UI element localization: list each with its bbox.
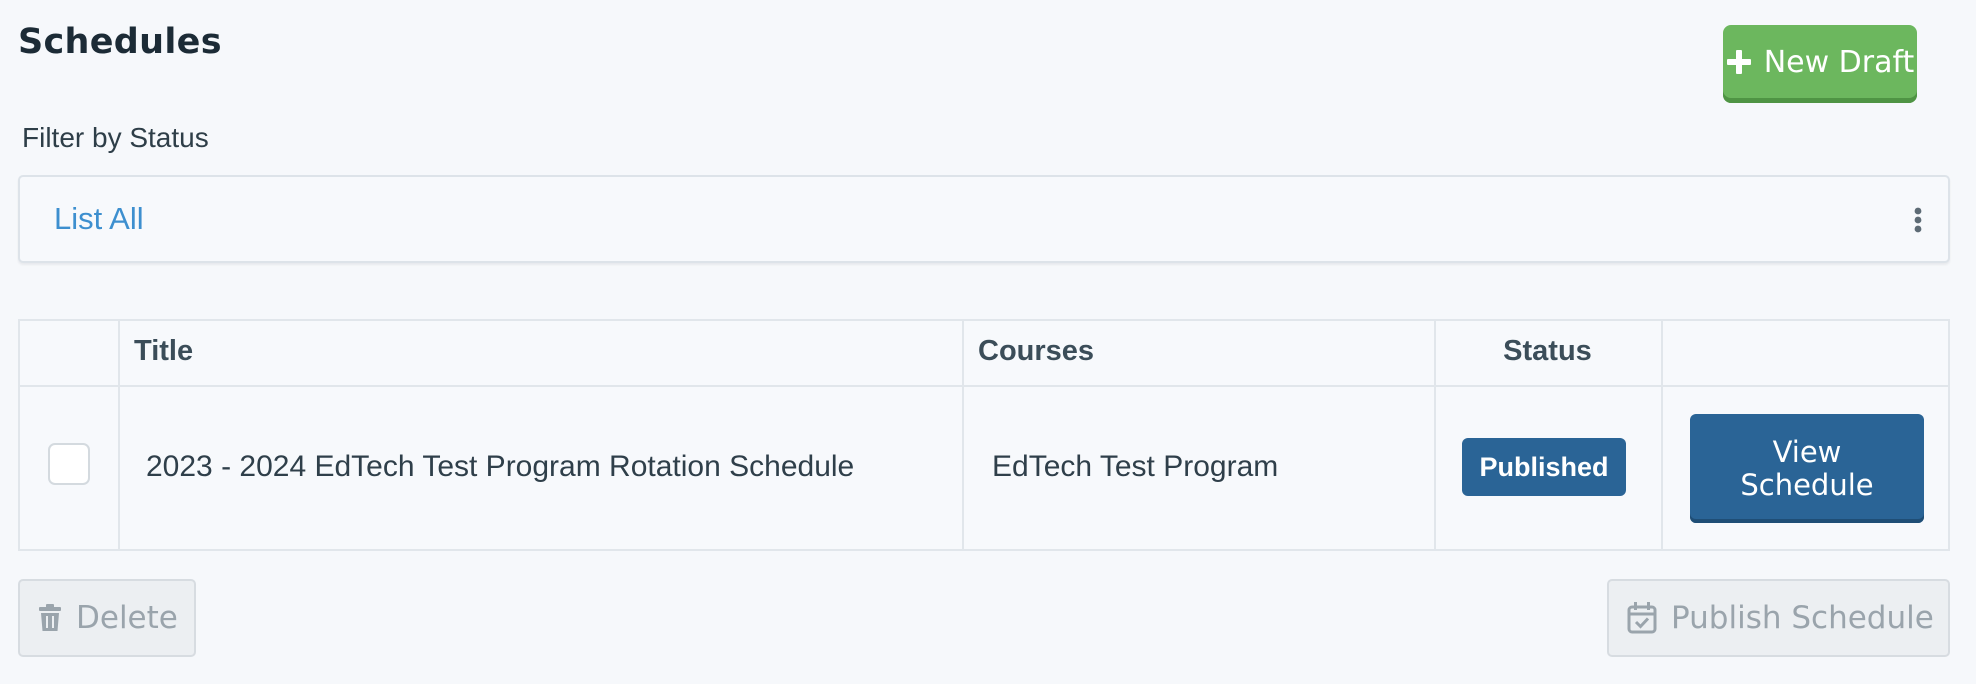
column-divider <box>118 321 120 549</box>
calendar-check-icon <box>1627 602 1657 634</box>
header-divider <box>20 385 1948 387</box>
filter-selected-value: List All <box>54 201 144 236</box>
more-vertical-icon[interactable] <box>1914 207 1922 233</box>
column-header-courses: Courses <box>978 335 1095 367</box>
delete-button[interactable]: Delete <box>18 579 196 657</box>
row-checkbox[interactable] <box>48 443 90 485</box>
view-schedule-button[interactable]: View Schedule <box>1690 414 1924 523</box>
status-filter-select[interactable]: List All <box>18 175 1950 263</box>
schedules-table: Title Courses Status 2023 - 2024 EdTech … <box>18 319 1950 551</box>
filter-label: Filter by Status <box>22 122 209 153</box>
delete-label: Delete <box>76 600 178 636</box>
trash-icon <box>38 604 62 632</box>
column-header-status: Status <box>1503 335 1592 367</box>
page-title: Schedules <box>18 22 222 62</box>
publish-schedule-label: Publish Schedule <box>1671 600 1934 636</box>
publish-schedule-button[interactable]: Publish Schedule <box>1607 579 1950 657</box>
row-title: 2023 - 2024 EdTech Test Program Rotation… <box>146 450 855 483</box>
new-draft-label: New Draft <box>1763 44 1915 80</box>
column-divider <box>962 321 964 549</box>
new-draft-button[interactable]: New Draft <box>1723 25 1917 103</box>
column-header-title: Title <box>134 335 194 367</box>
plus-icon <box>1726 49 1752 75</box>
row-courses: EdTech Test Program <box>992 450 1279 483</box>
status-badge: Published <box>1462 438 1626 496</box>
column-divider <box>1661 321 1663 549</box>
